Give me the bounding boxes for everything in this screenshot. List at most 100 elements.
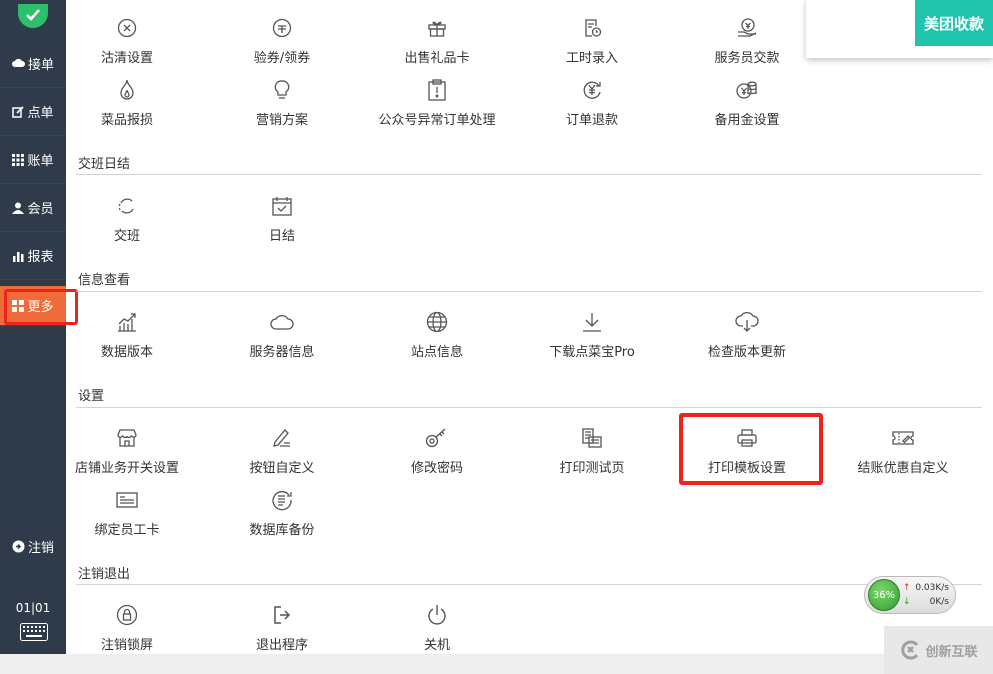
coins-icon [736,78,758,102]
tile-server-info[interactable]: 服务器信息 [204,310,360,366]
tile-label: 注销锁屏 [100,638,153,653]
download-icon [581,310,603,334]
tile-label: 修改密码 [410,461,463,476]
download-speed: ↓ 0K/s [903,597,949,607]
pencil-icon [271,426,293,450]
tile-dish-loss[interactable]: 菜品报损 [49,78,205,134]
tile-download-app[interactable]: 下载点菜宝Pro [514,310,670,366]
tile-label: 绑定员工卡 [94,523,160,538]
tile-label: 站点信息 [410,345,463,360]
upload-speed: ↑ 0.03K/s [903,583,949,593]
tile-shift-handover[interactable]: 交班 [49,194,205,250]
tile-label: 日结 [268,229,295,244]
ticket-edit-icon [891,426,915,450]
tile-label: 备用金设置 [714,113,780,128]
tile-label: 营销方案 [255,113,308,128]
lock-circle-icon [116,603,138,627]
bar-chart-icon [12,250,24,262]
tile-label: 服务器信息 [249,345,315,360]
tile-label: 沽清设置 [100,51,153,66]
cloud-outline-icon [270,310,294,334]
gift-icon [427,16,447,40]
coupon-icon [272,16,292,40]
tile-label: 出售礼品卡 [404,51,470,66]
money-hand-icon [736,16,758,40]
grid-icon [12,153,25,166]
main-content: 沽清设置 验券/领券 出售礼品卡 工时录入 服务员交款 菜品报损 营销方案 公众… [66,0,993,654]
tile-label: 数据库备份 [249,523,315,538]
tile-bind-staff-card[interactable]: 绑定员工卡 [49,488,205,544]
tile-waiter-payment[interactable]: 服务员交款 [669,16,825,72]
print-template-highlight [679,413,823,485]
tile-sell-gift-card[interactable]: 出售礼品卡 [359,16,515,72]
tile-verify-coupon[interactable]: 验券/领券 [204,16,360,72]
tile-label: 交班 [113,229,140,244]
bottom-bar [0,654,993,674]
tile-lock-screen[interactable]: 注销锁屏 [49,603,205,659]
circle-arrow-icon [12,540,25,553]
section-divider [76,291,982,292]
tile-label: 店铺业务开关设置 [74,461,179,476]
up-arrow-icon: ↑ [903,583,911,593]
tile-label: 检查版本更新 [707,345,786,360]
tile-data-version[interactable]: 数据版本 [49,310,205,366]
down-arrow-icon: ↓ [903,597,911,607]
tile-label: 结账优惠自定义 [857,461,949,476]
watermark-logo-icon [901,640,919,660]
tile-database-backup[interactable]: 数据库备份 [204,488,360,544]
watermark: 创新互联 [884,626,993,674]
section-title-settings: 设置 [78,389,105,404]
user-icon [12,202,25,214]
meituan-payment-label[interactable]: 美团收款 [915,0,993,46]
network-usage-percent: 36% [868,579,900,611]
tile-custom-buttons[interactable]: 按钮自定义 [204,426,360,482]
tile-label: 公众号异常订单处理 [378,113,496,128]
tile-site-info[interactable]: 站点信息 [359,310,515,366]
exit-icon [272,603,292,627]
keyboard-icon[interactable] [20,623,48,645]
tile-exit-program[interactable]: 退出程序 [204,603,360,659]
clipboard-alert-icon [427,78,447,102]
trend-chart-icon [116,310,138,334]
tile-print-test-page[interactable]: 打印测试页 [514,426,670,482]
section-divider [76,584,982,585]
sidebar-item-label: 账单 [27,154,54,169]
tile-marketing-plan[interactable]: 营销方案 [204,78,360,134]
section-title-info: 信息查看 [78,273,131,288]
key-icon [425,426,449,450]
calendar-check-icon [271,194,293,218]
tile-wechat-abnormal-orders[interactable]: 公众号异常订单处理 [359,78,515,134]
tile-change-password[interactable]: 修改密码 [359,426,515,482]
tile-label: 打印测试页 [559,461,625,476]
meituan-payment-card[interactable]: 美团收款 [806,0,993,58]
tile-work-hours[interactable]: 工时录入 [514,16,670,72]
tile-label: 服务员交款 [714,51,780,66]
section-divider [76,407,982,408]
tile-checkout-discount-custom[interactable]: 结账优惠自定义 [825,426,981,482]
tile-shutdown[interactable]: 关机 [359,603,515,659]
tile-label: 工时录入 [565,51,618,66]
database-backup-icon [271,488,293,512]
edit-icon [12,105,25,118]
section-title-shift: 交班日结 [78,157,131,172]
status-check-icon [18,4,48,28]
tile-store-business-switches[interactable]: 店铺业务开关设置 [49,426,205,482]
tile-petty-cash-settings[interactable]: 备用金设置 [669,78,825,134]
tile-daily-settlement[interactable]: 日结 [204,194,360,250]
cloud-icon [11,58,25,69]
network-speed-widget[interactable]: 36% ↑ 0.03K/s ↓ 0K/s [864,576,956,614]
tile-label: 数据版本 [100,345,153,360]
document-print-icon [581,426,603,450]
lightbulb-icon [273,78,291,102]
tile-order-refund[interactable]: 订单退款 [514,78,670,134]
tile-sellout-settings[interactable]: 沽清设置 [49,16,205,72]
id-card-icon [115,488,139,512]
tile-label: 菜品报损 [100,113,153,128]
sidebar-item-bills[interactable]: 账单 [0,136,66,184]
flame-icon [118,78,136,102]
store-icon [116,426,138,450]
tile-label: 关机 [423,638,450,653]
power-icon [426,603,448,627]
tile-check-update[interactable]: 检查版本更新 [669,310,825,366]
tile-label: 验券/领券 [253,51,311,66]
